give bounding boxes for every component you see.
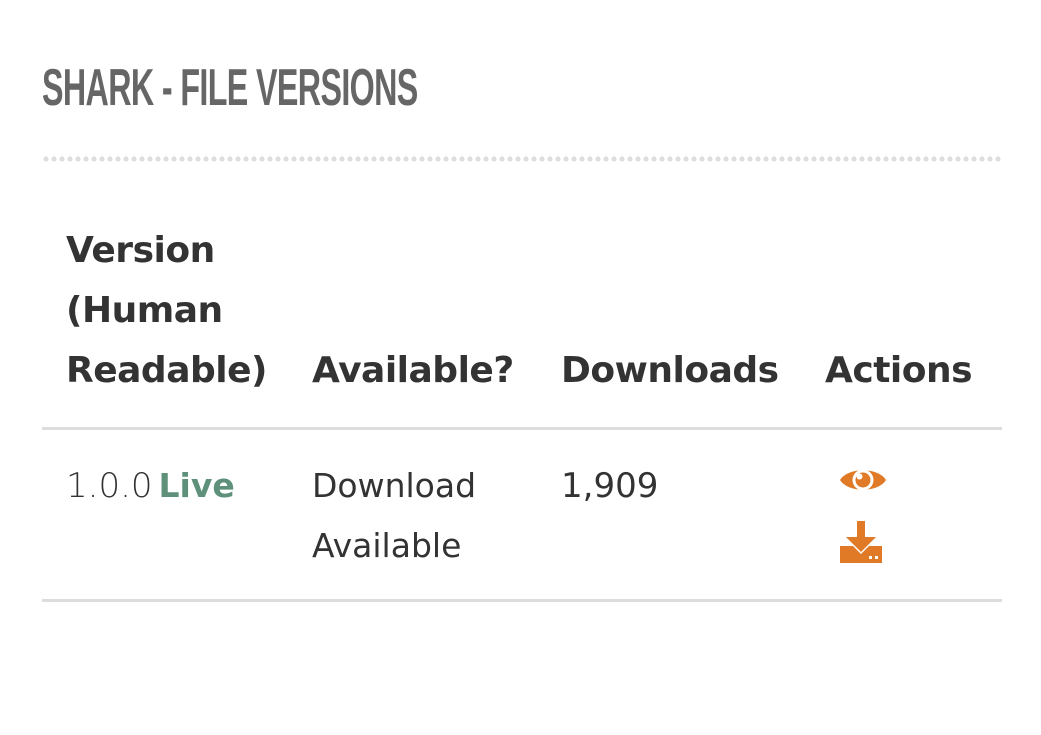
live-badge: Live xyxy=(158,466,235,505)
title-divider xyxy=(42,156,1002,162)
eye-icon xyxy=(840,469,886,491)
file-versions-table: Version (Human Readable) Available? Down… xyxy=(42,222,1002,602)
actions-cell xyxy=(838,462,898,568)
table-header-row: Version (Human Readable) Available? Down… xyxy=(42,222,1002,430)
download-button[interactable] xyxy=(838,520,890,568)
page-title: SHARK - FILE VERSIONS xyxy=(42,59,418,117)
availability-cell: Download Available xyxy=(312,466,477,565)
download-icon xyxy=(840,521,882,563)
downloads-count: 1,909 xyxy=(561,466,659,506)
column-header-available: Available? xyxy=(312,350,514,391)
version-number: 1.0.0 xyxy=(66,466,153,506)
column-header-version: Version (Human Readable) xyxy=(66,230,267,391)
column-header-actions: Actions xyxy=(825,350,973,391)
table-row: 1.0.0 Live Download Available 1,909 xyxy=(42,430,1002,602)
view-button[interactable] xyxy=(838,462,890,510)
column-header-downloads: Downloads xyxy=(561,350,779,391)
version-cell: 1.0.0 Live xyxy=(66,456,235,516)
